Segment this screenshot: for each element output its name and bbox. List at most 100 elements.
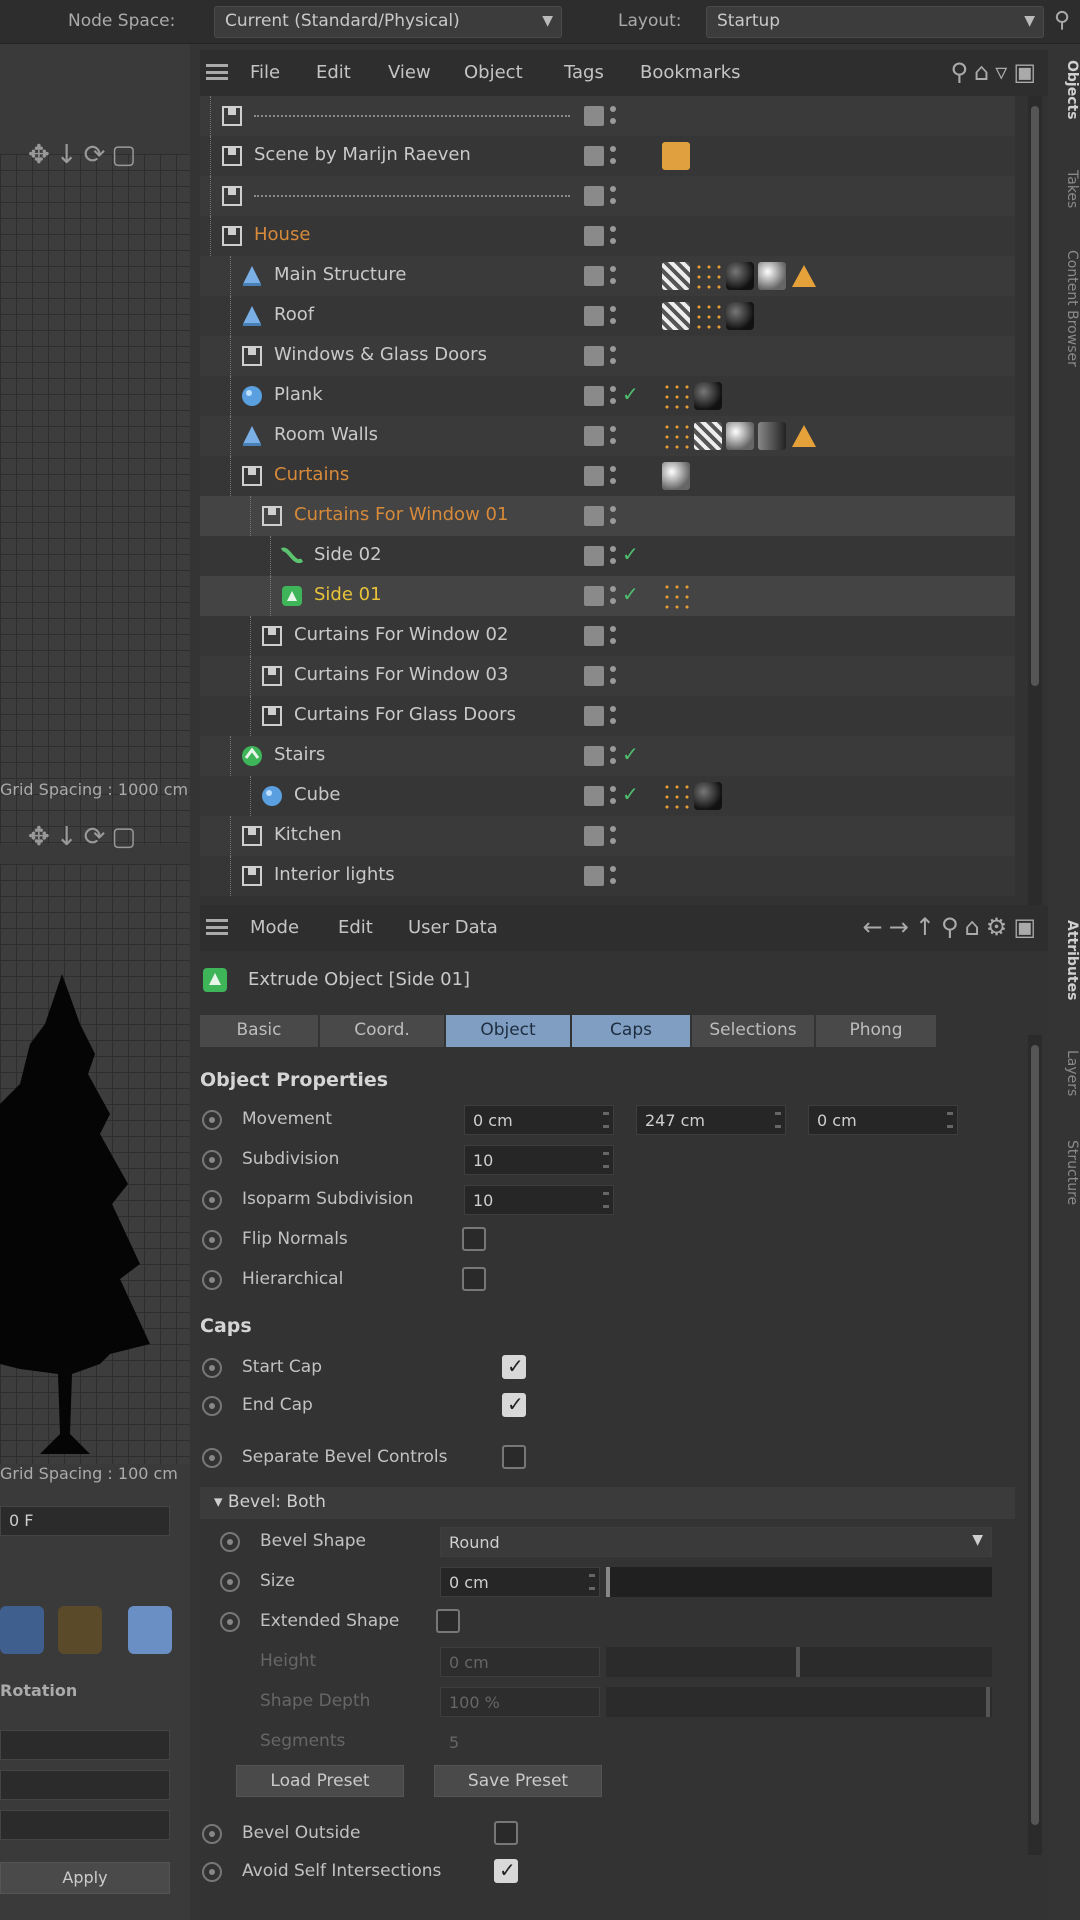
- subdivision-field[interactable]: 10: [464, 1145, 614, 1175]
- menu-icon[interactable]: [206, 919, 228, 935]
- sphere-light-tag-icon[interactable]: [662, 462, 690, 490]
- object-row[interactable]: Curtains For Glass Doors: [200, 696, 1015, 736]
- object-row[interactable]: Side 01 ✓: [200, 576, 1015, 616]
- object-row[interactable]: [200, 96, 1015, 136]
- visibility-dots-icon[interactable]: [610, 144, 616, 168]
- layer-color-icon[interactable]: [584, 186, 604, 206]
- visibility-dots-icon[interactable]: [610, 864, 616, 888]
- object-row[interactable]: Windows & Glass Doors: [200, 336, 1015, 376]
- tab-content-browser[interactable]: Content Browser: [1052, 250, 1080, 367]
- animate-dot-icon[interactable]: [220, 1572, 240, 1592]
- layer-color-icon[interactable]: [584, 826, 604, 846]
- visibility-dots-icon[interactable]: [610, 624, 616, 648]
- uv-tag-icon[interactable]: [694, 262, 722, 290]
- object-name[interactable]: Curtains For Window 03: [294, 664, 508, 685]
- sphere-light-tag-icon[interactable]: [726, 422, 754, 450]
- warn-tag-icon[interactable]: [790, 422, 818, 450]
- object-name[interactable]: Curtains For Window 01: [294, 504, 508, 525]
- menu-file[interactable]: File: [250, 62, 280, 83]
- menu-icon[interactable]: [206, 64, 228, 80]
- animate-dot-icon[interactable]: [202, 1396, 222, 1416]
- rotation-h-field[interactable]: [0, 1730, 170, 1760]
- sphere-dark-tag-icon[interactable]: [694, 382, 722, 410]
- object-name[interactable]: Scene by Marijn Raeven: [254, 144, 471, 165]
- layer-color-icon[interactable]: [584, 546, 604, 566]
- save-preset-button[interactable]: Save Preset: [434, 1765, 602, 1797]
- object-name[interactable]: Windows & Glass Doors: [274, 344, 487, 365]
- object-manager-toolbar-icons[interactable]: ⚲⌂▿▣: [950, 58, 1042, 86]
- layer-color-icon[interactable]: [584, 666, 604, 686]
- animate-dot-icon[interactable]: [220, 1532, 240, 1552]
- uv-tag-icon[interactable]: [662, 422, 690, 450]
- layer-color-icon[interactable]: [584, 586, 604, 606]
- frame-field[interactable]: 0 F: [0, 1506, 170, 1536]
- isoparm-field[interactable]: 10: [464, 1185, 614, 1215]
- visibility-dots-icon[interactable]: [610, 664, 616, 688]
- visibility-dots-icon[interactable]: [610, 224, 616, 248]
- object-name[interactable]: Room Walls: [274, 424, 378, 445]
- tex-tag-icon[interactable]: [662, 262, 690, 290]
- layer-color-icon[interactable]: [584, 106, 604, 126]
- tab-phong[interactable]: Phong: [816, 1015, 936, 1047]
- object-name[interactable]: Main Structure: [274, 264, 406, 285]
- animate-dot-icon[interactable]: [202, 1358, 222, 1378]
- visibility-dots-icon[interactable]: [610, 104, 616, 128]
- enabled-check-icon[interactable]: ✓: [622, 782, 639, 806]
- uv-tag-icon[interactable]: [662, 382, 690, 410]
- animate-dot-icon[interactable]: [202, 1150, 222, 1170]
- object-name[interactable]: Roof: [274, 304, 314, 325]
- layer-color-icon[interactable]: [584, 226, 604, 246]
- layer-color-icon[interactable]: [584, 306, 604, 326]
- enabled-check-icon[interactable]: ✓: [622, 382, 639, 406]
- tex-tag-icon[interactable]: [694, 422, 722, 450]
- tab-selections[interactable]: Selections: [692, 1015, 814, 1047]
- layer-color-icon[interactable]: [584, 426, 604, 446]
- warn-tag-icon[interactable]: [790, 262, 818, 290]
- object-name[interactable]: Curtains For Glass Doors: [294, 704, 516, 725]
- uv-tag-icon[interactable]: [662, 582, 690, 610]
- object-row[interactable]: Curtains For Window 03: [200, 656, 1015, 696]
- animate-dot-icon[interactable]: [202, 1110, 222, 1130]
- layer-color-icon[interactable]: [584, 466, 604, 486]
- size-field[interactable]: 0 cm: [440, 1567, 600, 1597]
- tab-caps[interactable]: Caps: [572, 1015, 690, 1047]
- animate-dot-icon[interactable]: [202, 1862, 222, 1882]
- viewport-nav-icons[interactable]: ✥↓⟳▢: [28, 140, 142, 170]
- end-cap-checkbox[interactable]: [502, 1392, 526, 1417]
- sphere-light-tag-icon[interactable]: [758, 262, 786, 290]
- movement-z-field[interactable]: 0 cm: [808, 1105, 958, 1135]
- visibility-dots-icon[interactable]: [610, 304, 616, 328]
- viewport-panel[interactable]: ✥↓⟳▢ Grid Spacing : 1000 cm ✥↓⟳▢ Grid Sp…: [0, 44, 190, 1920]
- menu-view[interactable]: View: [388, 62, 431, 83]
- movement-y-field[interactable]: 247 cm: [636, 1105, 786, 1135]
- animate-dot-icon[interactable]: [202, 1824, 222, 1844]
- extended-shape-checkbox[interactable]: [436, 1609, 460, 1633]
- tab-objects[interactable]: Objects: [1052, 60, 1080, 120]
- object-row[interactable]: Main Structure: [200, 256, 1015, 296]
- visibility-dots-icon[interactable]: [610, 744, 616, 768]
- menu-bookmarks[interactable]: Bookmarks: [640, 62, 741, 83]
- layer-color-icon[interactable]: [584, 146, 604, 166]
- tab-layers[interactable]: Layers: [1052, 1050, 1080, 1096]
- bevel-both-header[interactable]: ▾ Bevel: Both: [200, 1487, 1015, 1519]
- object-name[interactable]: Curtains For Window 02: [294, 624, 508, 645]
- object-name[interactable]: Stairs: [274, 744, 325, 765]
- object-name[interactable]: Curtains: [274, 464, 349, 485]
- note-tag-icon[interactable]: [662, 142, 690, 170]
- object-row[interactable]: Roof: [200, 296, 1015, 336]
- object-name[interactable]: Side 02: [314, 544, 382, 565]
- layer-color-icon[interactable]: [584, 706, 604, 726]
- search-icon[interactable]: ⚲: [1054, 8, 1070, 33]
- tab-attributes[interactable]: Attributes: [1052, 920, 1080, 1000]
- menu-mode[interactable]: Mode: [250, 917, 299, 938]
- object-row[interactable]: House: [200, 216, 1015, 256]
- avoid-self-checkbox[interactable]: [494, 1858, 518, 1883]
- sphere-mix-tag-icon[interactable]: [758, 422, 786, 450]
- rotation-p-field[interactable]: [0, 1770, 170, 1800]
- tab-object[interactable]: Object: [446, 1015, 570, 1047]
- attribute-scrollbar[interactable]: [1028, 1035, 1042, 1855]
- visibility-dots-icon[interactable]: [610, 384, 616, 408]
- bevel-outside-checkbox[interactable]: [494, 1821, 518, 1845]
- object-row[interactable]: Stairs ✓: [200, 736, 1015, 776]
- object-row[interactable]: Curtains For Window 02: [200, 616, 1015, 656]
